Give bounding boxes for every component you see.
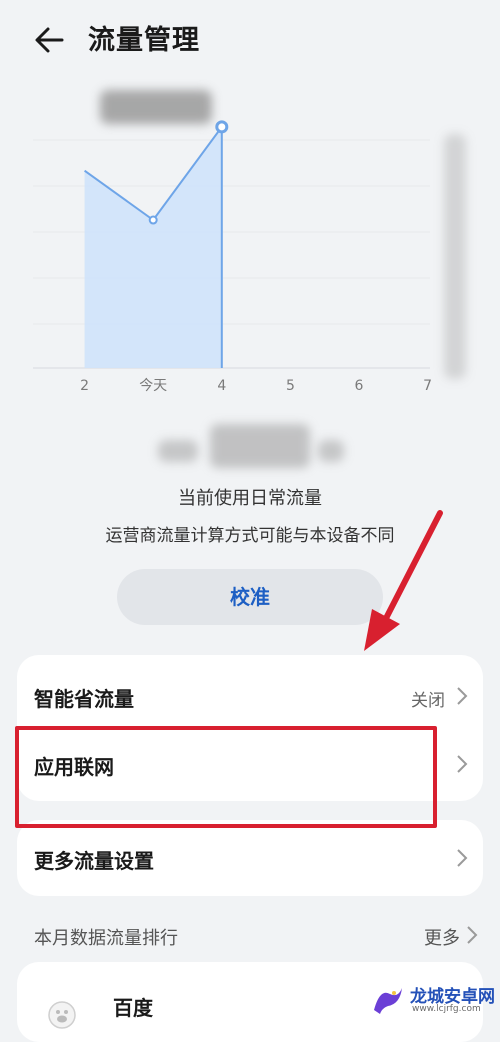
- x-tick-label: 4: [217, 378, 226, 394]
- usage-chart-svg: 2 今天 4 5 6 7: [33, 120, 432, 394]
- highlight-annotation-box: [15, 726, 437, 828]
- annotation-arrow-icon: [364, 510, 443, 651]
- usage-chart: 2 今天 4 5 6 7: [0, 76, 500, 406]
- usage-amount-redacted: [210, 424, 310, 468]
- y-axis-labels-redacted: [444, 134, 466, 379]
- chevron-right-icon: [457, 755, 468, 773]
- ranking-more-link[interactable]: 更多: [424, 924, 460, 950]
- usage-prefix-redacted: [158, 440, 198, 462]
- x-tick-label: 今天: [139, 378, 167, 394]
- watermark-url: www.lcjrfg.com: [412, 1004, 481, 1014]
- smart-save-status: 关闭: [411, 691, 445, 711]
- chart-point: [215, 120, 229, 134]
- chart-area-fill: [84, 126, 222, 369]
- back-arrow-icon[interactable]: [30, 20, 70, 60]
- page-title: 流量管理: [88, 25, 200, 56]
- header: 流量管理: [0, 0, 500, 76]
- smart-save-label: 智能省流量: [34, 687, 134, 711]
- x-tick-label: 2: [80, 378, 89, 394]
- dragon-logo-icon: [374, 988, 402, 1014]
- calibrate-button[interactable]: 校准: [117, 569, 383, 625]
- app-name: 百度: [113, 996, 153, 1020]
- chevron-right-icon: [467, 926, 478, 944]
- watermark: 龙城安卓网 www.lcjrfg.com: [370, 980, 500, 1022]
- chevron-right-icon: [457, 849, 468, 867]
- chart-value-tooltip-redacted: [100, 90, 212, 124]
- x-tick-label: 5: [286, 378, 295, 394]
- usage-unit-redacted: [318, 440, 344, 462]
- ranking-section-title: 本月数据流量排行: [34, 928, 178, 949]
- more-settings-label: 更多流量设置: [34, 849, 154, 873]
- x-tick-label: 6: [355, 378, 364, 394]
- chart-point: [148, 215, 158, 225]
- baidu-app-icon: [48, 1001, 76, 1029]
- chevron-right-icon: [457, 687, 468, 705]
- smart-save-row[interactable]: 智能省流量 关闭: [17, 661, 483, 731]
- more-settings-card: 更多流量设置: [17, 820, 483, 896]
- x-tick-label: 7: [423, 378, 432, 394]
- more-settings-row[interactable]: 更多流量设置: [17, 823, 483, 893]
